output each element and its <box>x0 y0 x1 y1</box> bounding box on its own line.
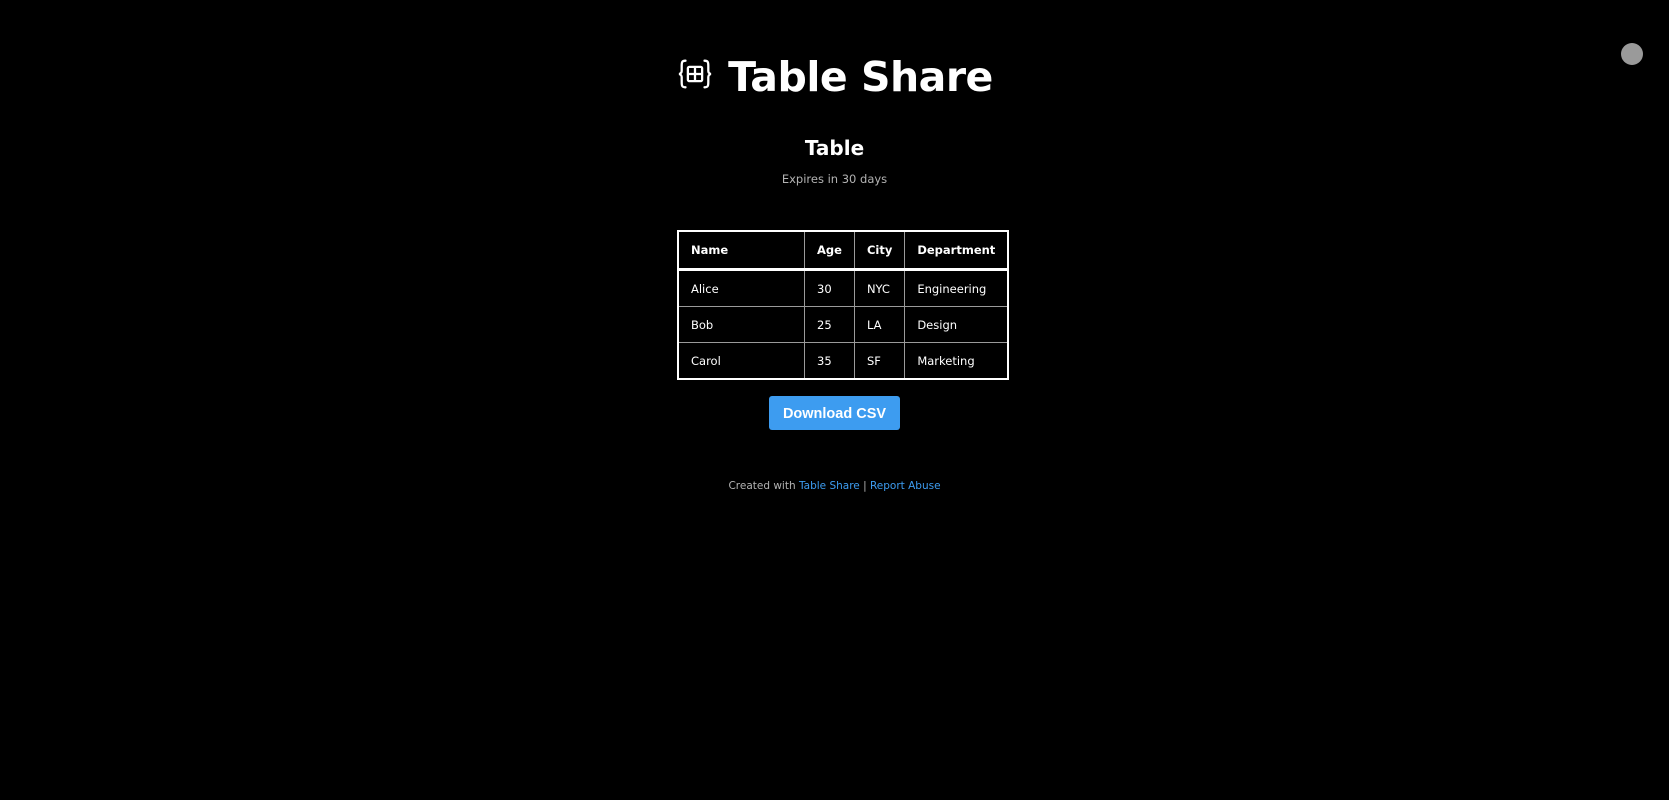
footer-created-with: Created with <box>728 480 796 492</box>
table-row: Bob 25 LA Design <box>677 306 1009 343</box>
table-row: Carol 35 SF Marketing <box>677 342 1009 380</box>
app-title: Table Share <box>728 53 993 101</box>
table-body: Alice 30 NYC Engineering Bob 25 LA Desig… <box>677 269 1009 380</box>
expiry-text: Expires in 30 days <box>781 172 888 186</box>
report-abuse-link[interactable]: Report Abuse <box>870 480 941 492</box>
table-cell: NYC <box>853 269 906 307</box>
footer: Created with Table Share | Report Abuse <box>0 479 1669 493</box>
download-csv-button[interactable]: Download CSV <box>769 396 900 430</box>
table-cell: LA <box>853 306 906 343</box>
data-table: Name Age City Department Alice 30 NYC En… <box>677 230 1010 380</box>
table-cell: SF <box>853 342 906 380</box>
table-cell: 35 <box>804 342 855 380</box>
footer-app-link[interactable]: Table Share <box>799 480 860 492</box>
table-cell: Marketing <box>904 342 1009 380</box>
table-braces-icon <box>678 59 712 89</box>
column-header-city: City <box>853 231 906 271</box>
table-cell: Alice <box>677 269 805 307</box>
column-header-name: Name <box>677 231 805 271</box>
table-cell: 30 <box>804 269 855 307</box>
footer-separator: | <box>863 480 867 492</box>
header: Table Share <box>0 50 1669 104</box>
page: Table Share Table Expires in 30 days Nam… <box>0 0 1669 800</box>
table-cell: 25 <box>804 306 855 343</box>
table-header: Name Age City Department <box>677 231 1009 271</box>
table-cell: Bob <box>677 306 805 343</box>
table-cell: Engineering <box>904 269 1009 307</box>
column-header-department: Department <box>904 231 1009 271</box>
table-row: Alice 30 NYC Engineering <box>677 269 1009 307</box>
table-cell: Design <box>904 306 1009 343</box>
table-cell: Carol <box>677 342 805 380</box>
page-title: Table <box>804 136 865 160</box>
column-header-age: Age <box>804 231 855 271</box>
table-container: Name Age City Department Alice 30 NYC En… <box>677 230 1010 380</box>
table-header-row: Name Age City Department <box>677 231 1009 271</box>
